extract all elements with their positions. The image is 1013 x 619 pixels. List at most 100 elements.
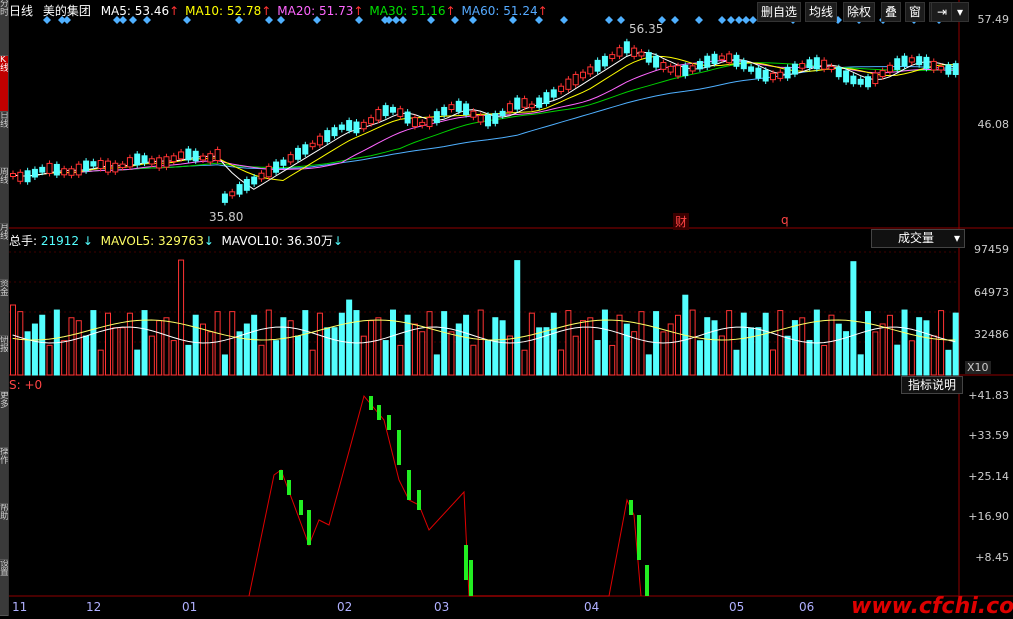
candle xyxy=(24,170,31,183)
candle xyxy=(791,63,798,75)
signal-diamond-icon xyxy=(727,16,735,24)
toolbar-button[interactable]: 除权 xyxy=(843,2,876,22)
sidebar-tab[interactable]: 更多 xyxy=(0,392,8,448)
ind-axis-2: +33.59 xyxy=(968,429,1009,442)
candle xyxy=(39,166,46,173)
chart-area: 日线 美的集团 MA5: 53.46↑ MA10: 52.78↑ MA20: 51.… xyxy=(9,0,1013,619)
toolbar-button[interactable]: 均线 xyxy=(805,2,838,22)
volume-bar xyxy=(923,320,930,376)
candle xyxy=(390,106,396,113)
indicator-bar xyxy=(464,545,468,580)
volume-bar xyxy=(521,349,528,376)
candle xyxy=(806,59,813,69)
volume-bar xyxy=(316,312,323,376)
volume-bar xyxy=(616,314,623,376)
signal-diamond-icon xyxy=(749,16,757,24)
volume-bar xyxy=(346,299,353,376)
volume-bar xyxy=(872,331,879,376)
candle xyxy=(273,161,280,173)
volume-bar xyxy=(704,317,711,376)
sidebar-tab[interactable]: 研报 xyxy=(0,336,8,392)
volume-bar xyxy=(806,339,813,376)
candle xyxy=(945,64,952,75)
candle xyxy=(404,111,411,124)
candle xyxy=(952,63,959,75)
candle xyxy=(550,89,557,98)
sidebar-tab[interactable]: 设置 xyxy=(0,560,8,616)
mavol10-label: MAVOL10 xyxy=(221,234,279,248)
toolbar-button[interactable]: 叠 xyxy=(881,2,902,22)
volume-label: 总手 xyxy=(9,234,34,248)
candle xyxy=(426,117,433,128)
price-axis-mid: 46.08 xyxy=(977,118,1010,131)
volume-bar xyxy=(368,320,375,376)
vol-axis-3: 32486 xyxy=(974,328,1009,341)
sidebar-tab[interactable]: 月线 xyxy=(0,224,8,280)
candle xyxy=(908,57,915,63)
volume-bar xyxy=(324,327,331,376)
candle xyxy=(331,127,338,137)
volume-bar xyxy=(879,323,886,376)
candle xyxy=(360,121,367,130)
volume-bar xyxy=(280,317,287,376)
candle xyxy=(470,110,477,118)
period-label: 日线 xyxy=(9,4,34,18)
volume-bar xyxy=(61,340,68,376)
volume-bar xyxy=(375,317,382,376)
volume-bar xyxy=(192,314,199,376)
sidebar-tab[interactable]: 周线 xyxy=(0,168,8,224)
volume-bar xyxy=(930,335,937,376)
candle xyxy=(134,153,141,166)
candle xyxy=(514,97,521,110)
candle xyxy=(813,57,820,70)
toolbar-button[interactable]: 删自选 xyxy=(757,2,802,22)
nav-arrow-button[interactable]: ⇥ xyxy=(931,2,953,22)
volume-bar xyxy=(31,323,38,376)
candle xyxy=(740,60,747,70)
volume-bar xyxy=(894,344,901,376)
candle xyxy=(148,158,155,165)
indicator-help-button[interactable]: 指标说明 xyxy=(901,376,963,394)
sidebar-tab[interactable]: K线 xyxy=(0,56,8,112)
volume-bar xyxy=(638,311,645,376)
finance-marker[interactable]: 财 xyxy=(673,213,690,230)
volume-bar xyxy=(908,340,915,376)
candle xyxy=(75,163,82,176)
sidebar-tab[interactable]: 帮助 xyxy=(0,504,8,560)
candle xyxy=(565,78,572,90)
candle xyxy=(31,168,38,178)
dropdown-icon[interactable]: ▾ xyxy=(951,2,969,22)
sidebar-tab[interactable]: 分时 xyxy=(0,0,8,56)
sidebar-tab[interactable]: 日线 xyxy=(0,112,8,168)
candle xyxy=(353,121,360,134)
ind-axis-1: +41.83 xyxy=(968,389,1009,402)
indicator-line xyxy=(248,394,642,597)
volume-bar xyxy=(886,314,893,376)
indicator-select[interactable]: 成交量 ▾ xyxy=(871,229,965,248)
volume-bar xyxy=(39,314,46,376)
candle xyxy=(821,59,828,70)
candle xyxy=(594,59,601,72)
candle xyxy=(558,85,565,92)
candle xyxy=(572,73,579,86)
volume-bar xyxy=(404,314,411,376)
q-marker[interactable]: q xyxy=(781,213,789,227)
volume-bar xyxy=(740,312,747,376)
candle xyxy=(770,72,776,81)
indicator-bar xyxy=(397,430,401,465)
volume-bar xyxy=(10,304,16,376)
candle xyxy=(214,149,221,162)
chevron-down-icon: ▾ xyxy=(953,231,960,245)
candle xyxy=(492,113,499,124)
candle xyxy=(601,55,608,67)
sidebar-tab[interactable]: 资金 xyxy=(0,280,8,336)
volume-value: 21912 xyxy=(40,234,80,248)
volume-bar xyxy=(821,344,828,376)
up-arrow-icon: ↑ xyxy=(169,4,180,18)
volume-bar xyxy=(200,323,206,376)
toolbar-button[interactable]: 窗 xyxy=(905,2,926,22)
volume-bar xyxy=(75,320,82,376)
candle xyxy=(850,75,857,85)
candle xyxy=(156,157,163,169)
sidebar-tab[interactable]: 操作 xyxy=(0,448,8,504)
